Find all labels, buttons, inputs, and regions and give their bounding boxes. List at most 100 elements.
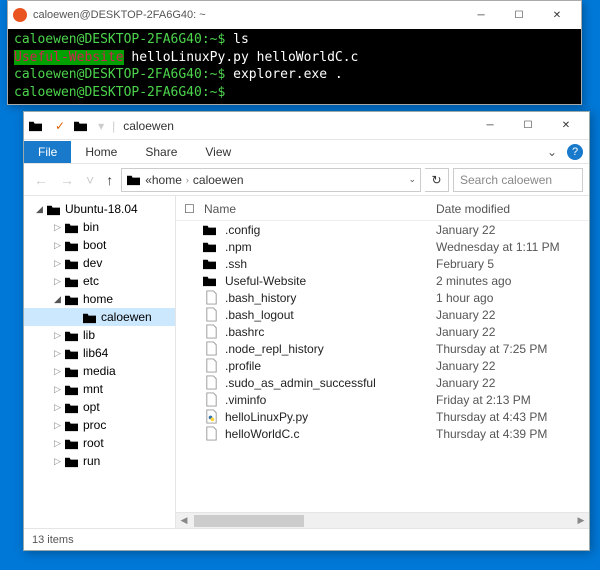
file-row[interactable]: .viminfo Friday at 2:13 PM: [176, 391, 589, 408]
file-icon: [204, 307, 219, 322]
file-list[interactable]: .configJanuary 22.npmWednesday at 1:11 P…: [176, 221, 589, 512]
status-bar: 13 items: [24, 528, 589, 550]
breadcrumb[interactable]: caloewen: [193, 173, 244, 187]
column-name[interactable]: Name: [204, 202, 436, 216]
tree-pane[interactable]: Ubuntu-18.04 binbootdevetchomecaloewenli…: [24, 196, 176, 528]
minimize-button[interactable]: ─: [462, 1, 500, 29]
scroll-left-icon[interactable]: ◀: [176, 515, 192, 526]
file-name: .config: [225, 223, 260, 237]
history-dropdown[interactable]: ˅: [82, 172, 98, 188]
prompt: caloewen@DESKTOP-2FA6G40:~$: [14, 67, 225, 82]
search-input[interactable]: Search caloewen: [453, 168, 583, 192]
folder-icon: [64, 419, 79, 432]
tab-share[interactable]: Share: [131, 141, 191, 163]
file-date: January 22: [436, 359, 581, 373]
file-row[interactable]: .sudo_as_admin_successfulJanuary 22: [176, 374, 589, 391]
folder-icon: [202, 223, 217, 236]
forward-button[interactable]: →: [56, 172, 78, 188]
terminal-body[interactable]: caloewen@DESKTOP-2FA6G40:~$ ls Useful-We…: [8, 29, 581, 104]
breadcrumb[interactable]: home: [152, 173, 182, 187]
tree-item[interactable]: etc: [24, 272, 175, 290]
folder-icon: [73, 119, 88, 132]
tab-view[interactable]: View: [191, 141, 245, 163]
scroll-right-icon[interactable]: ▶: [573, 515, 589, 526]
help-icon[interactable]: ?: [567, 144, 583, 160]
folder-icon: [64, 221, 79, 234]
horizontal-scrollbar[interactable]: ◀ ▶: [176, 512, 589, 528]
file-name: .bashrc: [225, 325, 264, 339]
refresh-button[interactable]: ↻: [425, 168, 449, 192]
chevron-down-icon[interactable]: ⌄: [408, 174, 416, 185]
scroll-thumb[interactable]: [194, 515, 304, 527]
file-name: Useful-Website: [225, 274, 306, 288]
tree-item[interactable]: dev: [24, 254, 175, 272]
file-row[interactable]: .ssh February 5: [176, 255, 589, 272]
file-date: January 22: [436, 376, 581, 390]
file-name: .ssh: [225, 257, 247, 271]
folder-icon: [82, 311, 97, 324]
up-button[interactable]: ↑: [102, 172, 117, 188]
breadcrumb[interactable]: «: [145, 173, 152, 187]
file-date: January 22: [436, 308, 581, 322]
tab-file[interactable]: File: [24, 141, 71, 163]
file-name: .viminfo: [225, 393, 266, 407]
folder-icon: [64, 401, 79, 414]
file-row[interactable]: helloWorldC.cThursday at 4:39 PM: [176, 425, 589, 442]
close-button[interactable]: ✕: [538, 1, 576, 29]
file-row[interactable]: Useful-Website2 minutes ago: [176, 272, 589, 289]
folder-icon: [64, 239, 79, 252]
terminal-titlebar[interactable]: caloewen@DESKTOP-2FA6G40: ~ ─ ☐ ✕: [8, 1, 581, 29]
tree-item[interactable]: media: [24, 362, 175, 380]
tree-item[interactable]: mnt: [24, 380, 175, 398]
tree-item-selected[interactable]: caloewen: [24, 308, 175, 326]
folder-icon: [28, 119, 43, 132]
tree-item[interactable]: proc: [24, 416, 175, 434]
file-date: Friday at 2:13 PM: [436, 393, 581, 407]
file-row[interactable]: .node_repl_historyThursday at 7:25 PM: [176, 340, 589, 357]
tree-item[interactable]: opt: [24, 398, 175, 416]
tree-item[interactable]: lib64: [24, 344, 175, 362]
file-date: Thursday at 4:39 PM: [436, 427, 581, 441]
ubuntu-icon: [13, 8, 27, 22]
file-row[interactable]: .bash_logoutJanuary 22: [176, 306, 589, 323]
maximize-button[interactable]: ☐: [500, 1, 538, 29]
file-row[interactable]: .profileJanuary 22: [176, 357, 589, 374]
ribbon: File Home Share View ⌄ ?: [24, 140, 589, 164]
ribbon-expand-icon[interactable]: ⌄: [541, 145, 563, 159]
file-date: January 22: [436, 223, 581, 237]
tree-item[interactable]: run: [24, 452, 175, 470]
column-headers[interactable]: ☐ Name Date modified: [176, 196, 589, 221]
file-row[interactable]: .bashrcJanuary 22: [176, 323, 589, 340]
folder-icon: [64, 437, 79, 450]
file-name: .npm: [225, 240, 252, 254]
column-date[interactable]: Date modified: [436, 202, 581, 216]
address-bar[interactable]: « home › caloewen ⌄: [121, 168, 421, 192]
select-all-checkbox[interactable]: ☐: [184, 202, 204, 216]
file-icon: [204, 324, 219, 339]
folder-icon: [64, 383, 79, 396]
file-row[interactable]: .bash_history1 hour ago: [176, 289, 589, 306]
tree-item[interactable]: root: [24, 434, 175, 452]
file-date: February 5: [436, 257, 581, 271]
file-row[interactable]: .config January 22: [176, 221, 589, 238]
tree-item[interactable]: bin: [24, 218, 175, 236]
linux-folder-icon: [46, 203, 61, 216]
tree-item[interactable]: home: [24, 290, 175, 308]
tab-home[interactable]: Home: [71, 141, 131, 163]
prompt: caloewen@DESKTOP-2FA6G40:~$: [14, 32, 225, 47]
python-file-icon: [204, 409, 219, 424]
minimize-button[interactable]: ─: [471, 112, 509, 140]
maximize-button[interactable]: ☐: [509, 112, 547, 140]
tree-item[interactable]: boot: [24, 236, 175, 254]
close-button[interactable]: ✕: [547, 112, 585, 140]
explorer-titlebar[interactable]: ✓ ▾ | caloewen ─ ☐ ✕: [24, 112, 589, 140]
file-row[interactable]: .npmWednesday at 1:11 PM: [176, 238, 589, 255]
back-button[interactable]: ←: [30, 172, 52, 188]
explorer-window: ✓ ▾ | caloewen ─ ☐ ✕ File Home Share Vie…: [23, 111, 590, 551]
tree-root[interactable]: Ubuntu-18.04: [24, 200, 175, 218]
file-row[interactable]: helloLinuxPy.pyThursday at 4:43 PM: [176, 408, 589, 425]
file-list-pane: ☐ Name Date modified .configJanuary 22.n…: [176, 196, 589, 528]
file-icon: [204, 375, 219, 390]
tree-item[interactable]: lib: [24, 326, 175, 344]
file-icon: [204, 392, 219, 407]
